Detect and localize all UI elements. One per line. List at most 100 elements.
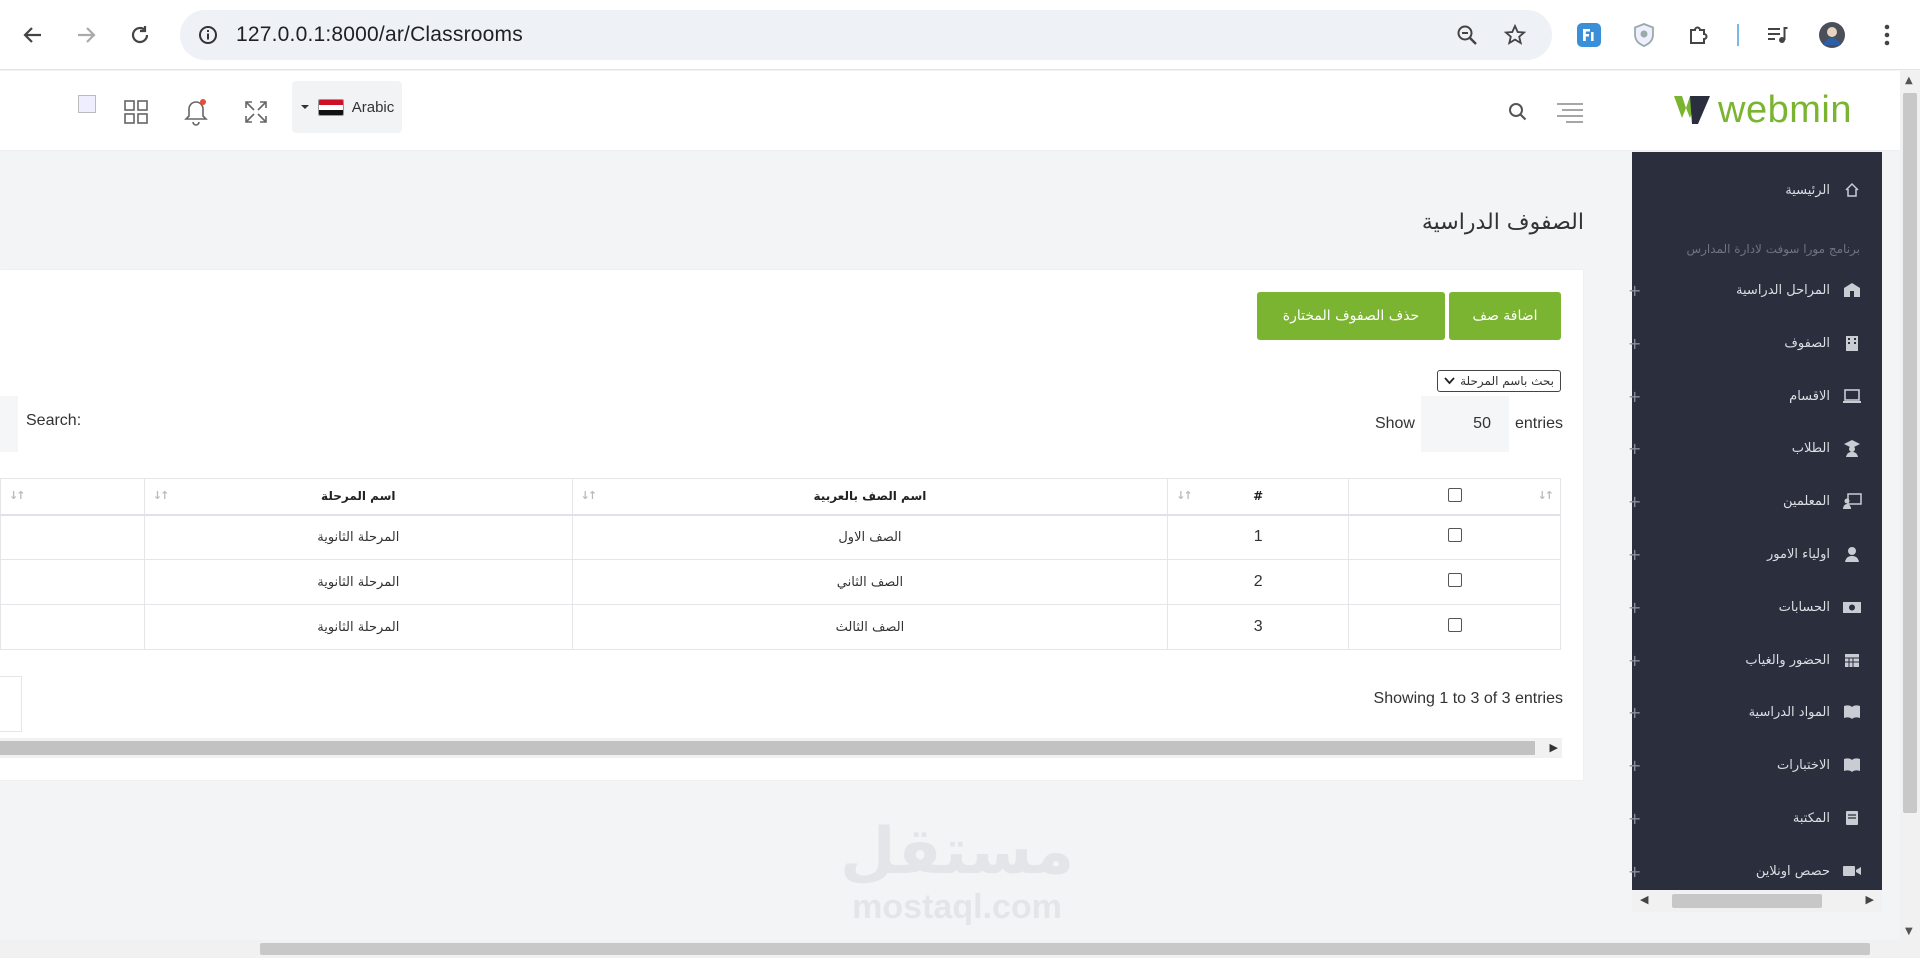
sidebar-item-students[interactable]: + الطلاب — [1628, 428, 1882, 468]
brand-logo[interactable]: webmin — [1662, 85, 1852, 135]
expand-plus-icon[interactable]: + — [1628, 387, 1641, 406]
search-input[interactable] — [0, 396, 18, 452]
sidebar-item-label: الحضور والغياب — [1745, 652, 1830, 668]
column-header-stage[interactable]: اسم المرحلة ↑↓ — [143, 478, 573, 516]
forward-icon[interactable] — [70, 19, 102, 51]
table-scroll-thumb[interactable] — [0, 741, 1535, 755]
row-checkbox[interactable] — [1447, 528, 1462, 543]
scroll-down-icon[interactable]: ▼ — [1905, 926, 1913, 937]
delete-selected-button[interactable]: حذف الصفوف المختارة — [1257, 292, 1445, 340]
money-icon — [1842, 597, 1862, 617]
page-vscroll-thumb[interactable] — [1903, 93, 1917, 813]
address-bar[interactable]: 127.0.0.1:8000/ar/Classrooms — [180, 10, 1552, 60]
row-stage-name: المرحلة الثانوية — [143, 514, 573, 560]
column-header-number[interactable]: # ↑↓ — [1167, 478, 1350, 516]
language-switcher[interactable]: Arabic — [292, 81, 402, 133]
expand-plus-icon[interactable]: + — [1628, 492, 1641, 511]
sidebar-item-label: حصص اونلاين — [1755, 863, 1830, 879]
row-checkbox[interactable] — [1447, 618, 1462, 632]
page-vertical-scrollbar[interactable]: ▲ ▼ — [1900, 71, 1920, 941]
expand-plus-icon[interactable]: + — [1628, 545, 1641, 564]
shield-extension-icon[interactable] — [1627, 18, 1661, 52]
browser-menu-icon[interactable] — [1870, 18, 1904, 52]
sidebar-item-label: الصفوف — [1784, 335, 1830, 351]
select-all-checkbox[interactable] — [1447, 487, 1462, 502]
search-label: Search: — [26, 412, 82, 429]
sort-icon[interactable]: ↑↓ — [1176, 489, 1193, 502]
reload-icon[interactable] — [124, 19, 156, 51]
table-horizontal-scrollbar[interactable]: ▶ — [0, 738, 1562, 758]
sidebar-item-library[interactable]: + المكتبة — [1628, 798, 1882, 838]
apps-grid-icon[interactable] — [119, 95, 153, 129]
entries-select[interactable]: 50 — [1420, 396, 1509, 452]
page-hscroll-thumb[interactable] — [260, 943, 1870, 955]
column-header-class-name[interactable]: اسم الصف بالعربية ↑↓ — [571, 478, 1169, 516]
show-label: Show — [1374, 415, 1415, 432]
scroll-up-icon[interactable]: ▲ — [1905, 75, 1913, 86]
media-control-icon[interactable] — [1760, 18, 1794, 52]
sort-icon[interactable]: ↑↓ — [9, 489, 26, 502]
bookmark-star-icon[interactable] — [1500, 20, 1530, 50]
back-icon[interactable] — [17, 19, 49, 51]
add-classroom-button[interactable]: اضافة صف — [1449, 292, 1561, 340]
scroll-right-icon[interactable]: ▶ — [1866, 893, 1874, 906]
row-class-name: الصف الثالث — [571, 604, 1169, 650]
fullscreen-icon[interactable] — [239, 95, 273, 129]
page-horizontal-scrollbar[interactable] — [0, 940, 1920, 958]
scroll-right-icon[interactable]: ▶ — [1550, 741, 1558, 754]
sidebar-item-subjects[interactable]: + المواد الدراسية — [1628, 692, 1882, 732]
page-length-control: Show 50 entries — [1375, 396, 1563, 452]
stage-filter-select[interactable]: بحث باسم المرحلة — [1437, 370, 1561, 392]
row-number: 1 — [1167, 514, 1350, 560]
extension-fi-icon[interactable] — [1572, 18, 1606, 52]
sort-icon[interactable]: ↑↓ — [1538, 489, 1555, 502]
sidebar-scroll-thumb[interactable] — [1672, 894, 1822, 908]
graduate-icon — [1842, 438, 1862, 458]
sidebar-caption: برنامج مورا سوفت لادارة المدارس — [1686, 242, 1860, 256]
expand-plus-icon[interactable]: + — [1628, 281, 1641, 300]
library-icon — [1842, 808, 1862, 828]
sidebar-item-teachers[interactable]: + المعلمين — [1628, 481, 1882, 521]
search-icon[interactable] — [1501, 95, 1535, 129]
expand-plus-icon[interactable]: + — [1628, 439, 1641, 458]
row-checkbox[interactable] — [1447, 573, 1462, 587]
expand-plus-icon[interactable]: + — [1628, 862, 1641, 881]
browser-toolbar: 127.0.0.1:8000/ar/Classrooms — [0, 0, 1920, 70]
pagination[interactable] — [0, 676, 22, 732]
expand-plus-icon[interactable]: + — [1628, 756, 1641, 775]
sort-icon[interactable]: ↑↓ — [581, 489, 598, 502]
row-select-cell[interactable] — [1348, 514, 1561, 560]
expand-plus-icon[interactable]: + — [1628, 651, 1641, 670]
sidebar-item-home[interactable]: الرئيسية — [1632, 170, 1882, 210]
sidebar-item-parents[interactable]: + اولياء الامور — [1628, 534, 1882, 574]
scroll-left-icon[interactable]: ◀ — [1640, 893, 1648, 906]
row-select-cell[interactable] — [1348, 559, 1561, 605]
sidebar-scrollbar[interactable]: ◀ ▶ — [1632, 890, 1882, 912]
sort-icon[interactable]: ↑↓ — [153, 489, 170, 502]
profile-avatar[interactable] — [1815, 18, 1849, 52]
row-select-cell[interactable] — [1348, 604, 1561, 650]
laptop-icon — [1842, 386, 1862, 406]
extensions-puzzle-icon[interactable] — [1682, 18, 1716, 52]
url-text[interactable]: 127.0.0.1:8000/ar/Classrooms — [236, 23, 523, 47]
zoom-icon[interactable] — [1452, 20, 1482, 50]
menu-toggle-icon[interactable] — [1553, 95, 1587, 129]
sidebar-item-sections[interactable]: + الاقسام — [1628, 376, 1882, 416]
sidebar-item-accounts[interactable]: + الحسابات — [1628, 587, 1882, 627]
sidebar-item-exams[interactable]: + الاختبارات — [1628, 745, 1882, 785]
expand-plus-icon[interactable]: + — [1628, 703, 1641, 722]
site-info-icon[interactable] — [193, 20, 223, 50]
sidebar-item-online-classes[interactable]: + حصص اونلاين — [1628, 851, 1882, 891]
home-icon — [1842, 180, 1862, 200]
sidebar-item-stages[interactable]: + المراحل الدراسية — [1628, 270, 1882, 310]
expand-plus-icon[interactable]: + — [1628, 809, 1641, 828]
notification-bell-icon[interactable] — [179, 95, 213, 129]
sidebar-item-attendance[interactable]: + الحضور والغياب — [1628, 640, 1882, 680]
expand-plus-icon[interactable]: + — [1628, 334, 1641, 353]
column-header-actions[interactable]: ↑↓ — [0, 478, 145, 516]
select-all-header[interactable]: ↑↓ — [1348, 478, 1561, 516]
sidebar-item-label: الاقسام — [1789, 388, 1830, 404]
row-actions — [0, 514, 145, 560]
expand-plus-icon[interactable]: + — [1628, 598, 1641, 617]
sidebar-item-classrooms[interactable]: + الصفوف — [1628, 323, 1882, 363]
